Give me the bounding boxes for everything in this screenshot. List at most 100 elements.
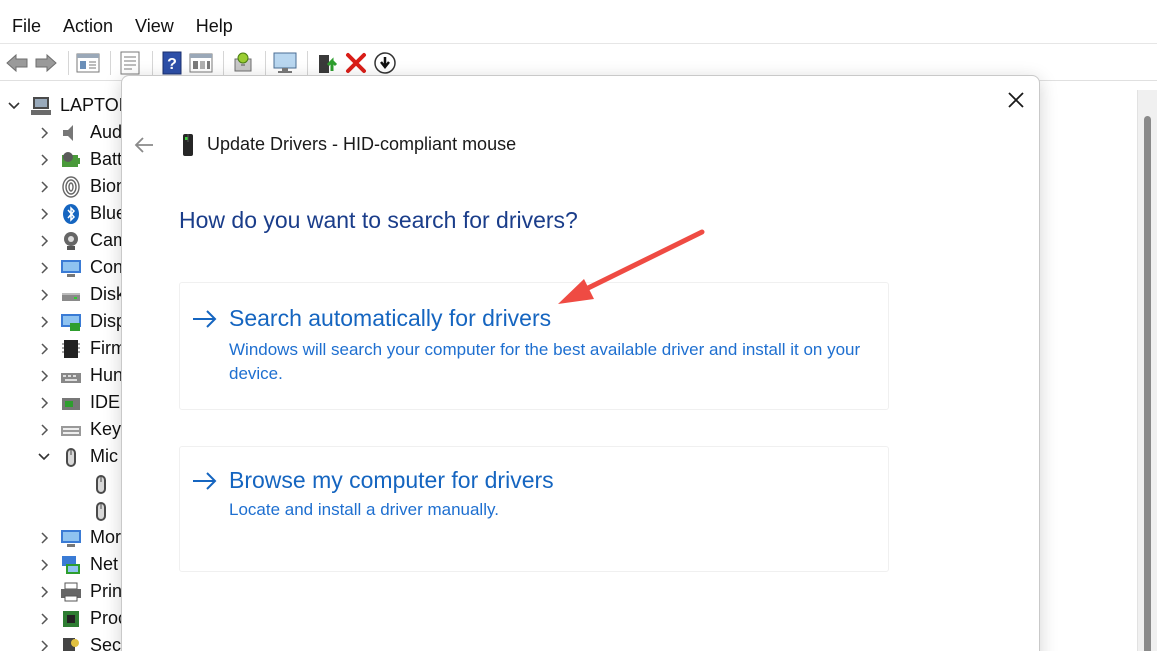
tree-item-label: Blue — [90, 203, 122, 223]
chevron-right-icon[interactable] — [36, 638, 52, 651]
svg-text:?: ? — [167, 56, 177, 73]
chevron-right-icon[interactable] — [36, 395, 52, 411]
tree-category[interactable]: Mic — [36, 443, 118, 470]
option-title: Browse my computer for drivers — [229, 467, 554, 493]
show-hide-tree-icon[interactable] — [75, 50, 101, 76]
tree-item-label: Aud — [90, 122, 122, 142]
chevron-right-icon[interactable] — [36, 611, 52, 627]
option-title: Search automatically for drivers — [229, 305, 552, 331]
menu-bar: File Action View Help — [0, 10, 1157, 44]
tree-category[interactable]: Key — [36, 416, 121, 443]
chevron-right-icon[interactable] — [36, 233, 52, 249]
hid-icon — [60, 365, 82, 387]
tree-category[interactable]: Secu — [36, 632, 122, 651]
tree-item-label: Prin — [90, 581, 122, 601]
bluetooth-icon — [60, 203, 82, 225]
monitor-icon[interactable] — [272, 50, 298, 76]
tree-item-label: Hun — [90, 365, 122, 385]
vertical-scrollbar[interactable] — [1137, 90, 1157, 651]
tree-child-device[interactable] — [90, 470, 120, 497]
tree-category[interactable]: Firm — [36, 335, 122, 362]
computer-icon — [30, 95, 52, 117]
chevron-right-icon[interactable] — [36, 152, 52, 168]
update-drivers-dialog: Update Drivers - HID-compliant mouse How… — [121, 75, 1040, 651]
tree-item-label: Bion — [90, 176, 122, 196]
menu-help[interactable]: Help — [188, 16, 241, 37]
mouse-icon — [60, 446, 82, 468]
mouse-device-icon — [180, 132, 196, 158]
fingerprint-icon — [60, 175, 82, 198]
keyboard-icon — [60, 419, 82, 441]
camera-icon — [60, 230, 82, 252]
tree-category[interactable]: Prin — [36, 578, 122, 605]
menu-action[interactable]: Action — [55, 16, 121, 37]
battery-icon — [60, 149, 82, 171]
properties-icon[interactable] — [117, 50, 143, 76]
tree-item-label: Proc — [90, 608, 122, 628]
chevron-right-icon[interactable] — [36, 368, 52, 384]
toolbar-separator — [265, 50, 266, 75]
update-driver-icon[interactable] — [314, 50, 340, 76]
chevron-right-icon[interactable] — [36, 341, 52, 357]
disk-drive-icon — [60, 284, 82, 306]
back-arrow-icon[interactable] — [4, 50, 30, 76]
tree-item-label: Con — [90, 257, 122, 277]
browse-computer-option[interactable]: Browse my computer for drivers Locate an… — [179, 446, 889, 572]
chevron-right-icon[interactable] — [36, 557, 52, 573]
uninstall-icon[interactable] — [343, 50, 369, 76]
tree-category[interactable]: Mor — [36, 524, 121, 551]
tree-root[interactable]: LAPTOP — [6, 92, 122, 119]
scan-hardware-icon[interactable] — [230, 50, 256, 76]
security-device-icon — [60, 635, 82, 651]
arrow-right-icon — [193, 310, 217, 328]
chevron-down-icon[interactable] — [6, 98, 22, 114]
computer-icon — [60, 257, 82, 279]
chevron-right-icon[interactable] — [36, 206, 52, 222]
tree-item-label: Key — [90, 419, 122, 439]
view-icon[interactable] — [188, 50, 214, 76]
chevron-right-icon[interactable] — [36, 260, 52, 276]
ide-controller-icon — [60, 392, 82, 414]
forward-arrow-icon[interactable] — [33, 50, 59, 76]
download-icon[interactable] — [372, 50, 398, 76]
help-icon[interactable]: ? — [159, 50, 185, 76]
tree-category[interactable]: Bion — [36, 173, 122, 200]
search-automatically-option[interactable]: Search automatically for drivers Windows… — [179, 282, 889, 410]
chevron-right-icon[interactable] — [36, 179, 52, 195]
tree-category[interactable]: IDE — [36, 389, 120, 416]
close-button[interactable] — [1002, 86, 1030, 114]
tree-category[interactable]: Aud — [36, 119, 122, 146]
tree-item-label: Disk — [90, 284, 122, 304]
annotation-arrow-icon — [558, 229, 705, 304]
chevron-right-icon[interactable] — [36, 125, 52, 141]
menu-view[interactable]: View — [127, 16, 182, 37]
tree-child-device[interactable] — [90, 497, 120, 524]
tree-category[interactable]: Disk — [36, 281, 122, 308]
chevron-right-icon[interactable] — [36, 422, 52, 438]
tree-category[interactable]: Batt — [36, 146, 122, 173]
chevron-right-icon[interactable] — [36, 584, 52, 600]
scrollbar-thumb[interactable] — [1144, 116, 1151, 651]
tree-category[interactable]: Hun — [36, 362, 122, 389]
speaker-icon — [60, 122, 82, 144]
dialog-title: Update Drivers - HID-compliant mouse — [207, 134, 517, 154]
tree-category[interactable]: Disp — [36, 308, 122, 335]
back-button[interactable] — [132, 133, 156, 157]
close-icon — [1008, 92, 1024, 108]
chevron-right-icon[interactable] — [36, 287, 52, 303]
chevron-down-icon[interactable] — [36, 449, 52, 465]
arrow-right-icon — [193, 472, 217, 490]
tree-category[interactable]: Net — [36, 551, 118, 578]
chevron-right-icon[interactable] — [36, 314, 52, 330]
tree-item-label: Batt — [90, 149, 122, 169]
printer-icon — [60, 581, 82, 603]
chevron-right-icon[interactable] — [36, 530, 52, 546]
processor-icon — [60, 608, 82, 630]
tree-category[interactable]: Con — [36, 254, 122, 281]
menu-file[interactable]: File — [4, 16, 49, 37]
tree-category[interactable]: Cam — [36, 227, 122, 254]
tree-category[interactable]: Proc — [36, 605, 122, 632]
tree-item-label: Mic — [90, 446, 118, 466]
tree-category[interactable]: Blue — [36, 200, 122, 227]
device-tree: LAPTOP Aud Batt Bion Blue Cam Con Disk Disp Firm… — [0, 82, 122, 651]
